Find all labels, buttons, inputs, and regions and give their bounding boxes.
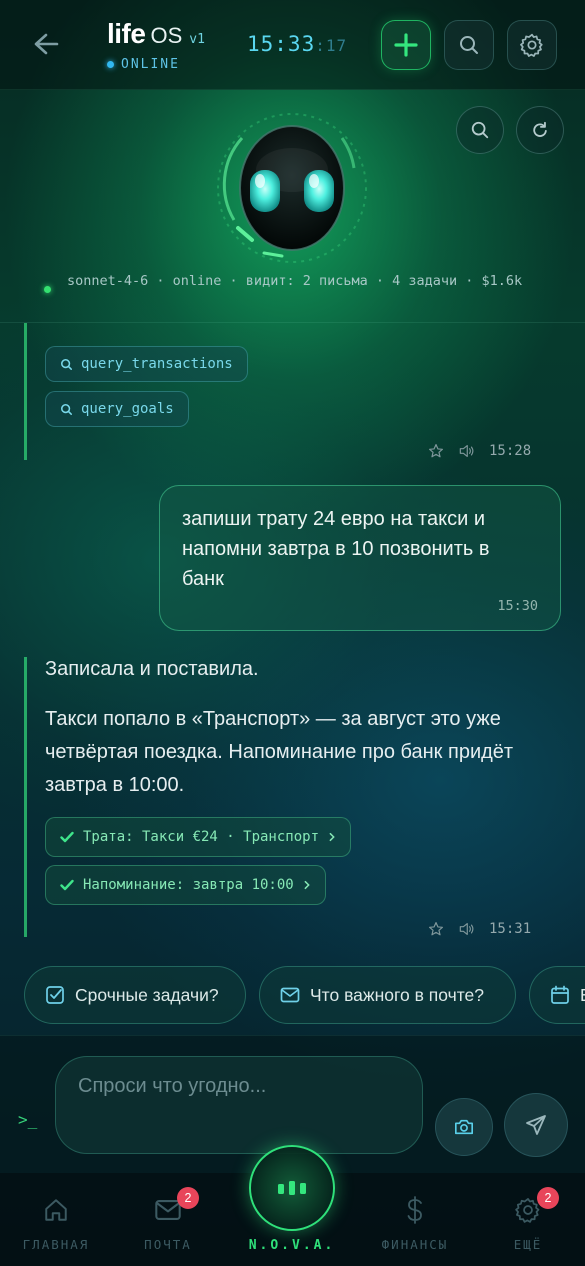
chevron-right-icon xyxy=(304,880,310,890)
message-meta: 15:28 xyxy=(428,443,531,459)
search-icon xyxy=(460,36,478,54)
logo-version: v1 xyxy=(189,32,205,47)
back-arrow-icon xyxy=(34,33,59,55)
check-icon xyxy=(60,879,74,891)
send-icon xyxy=(526,1115,546,1135)
home-icon xyxy=(45,1199,67,1221)
nav-label: ЕЩЁ xyxy=(513,1237,543,1252)
hero-search-button[interactable] xyxy=(456,106,504,154)
action-chip-reminder[interactable]: Напоминание: завтра 10:00 xyxy=(45,865,326,905)
nova-label: N.O.V.A. xyxy=(248,1238,336,1253)
terminal-prompt: >_ xyxy=(18,1110,38,1129)
tool-chip-query-transactions[interactable]: query_transactions xyxy=(45,346,248,382)
speaker-icon[interactable] xyxy=(458,921,475,937)
tool-chip-query-goals[interactable]: query_goals xyxy=(45,391,189,427)
camera-button[interactable] xyxy=(435,1098,493,1156)
message-time: 15:28 xyxy=(489,443,532,459)
chevron-right-icon xyxy=(329,832,335,842)
send-button[interactable] xyxy=(504,1093,568,1157)
action-chip-label: Трата: Такси €24 · Транспорт xyxy=(83,829,320,845)
header-search-button[interactable] xyxy=(444,20,494,70)
speaker-icon[interactable] xyxy=(458,443,475,459)
refresh-icon xyxy=(533,121,547,137)
nav-home[interactable]: ГЛАВНАЯ xyxy=(11,1193,101,1252)
user-message-text: запиши трату 24 евро на такси и напомни … xyxy=(182,508,490,590)
search-icon xyxy=(471,121,489,139)
tool-chip-label: query_goals xyxy=(81,401,174,417)
assistant-paragraph: Записала и поставила. xyxy=(45,658,259,680)
suggestion-label: Е xyxy=(580,985,585,1006)
app-logo: life OS v1 xyxy=(107,18,205,50)
message-time: 15:30 xyxy=(497,598,538,614)
back-button[interactable] xyxy=(22,22,70,66)
voice-bars-icon xyxy=(278,1181,306,1195)
logo-os: OS xyxy=(150,23,183,48)
mail-icon xyxy=(280,987,300,1003)
tool-chip-label: query_transactions xyxy=(81,356,233,372)
clock: 15:33:17 xyxy=(247,32,347,56)
status-dot xyxy=(107,61,114,68)
gear-icon xyxy=(520,33,543,57)
status-text: ONLINE xyxy=(121,57,180,72)
logo-main: life xyxy=(107,18,146,49)
dollar-icon xyxy=(407,1196,422,1224)
connection-status: ONLINE xyxy=(107,57,180,72)
clock-hours-minutes: 15:33 xyxy=(247,32,316,56)
camera-icon xyxy=(455,1119,473,1135)
nova-avatar xyxy=(217,113,367,263)
nav-more[interactable]: 2 ЕЩЁ xyxy=(483,1187,573,1252)
model-info: sonnet-4-6 · online · видит: 2 письма · … xyxy=(67,273,523,289)
chat-thread[interactable]: query_transactions query_goals 15:28 зап… xyxy=(0,323,585,958)
settings-button[interactable] xyxy=(507,20,557,70)
suggestion-label: Срочные задачи? xyxy=(75,984,219,1005)
suggestion-calendar[interactable]: Е xyxy=(529,966,585,1024)
suggestion-mail[interactable]: Что важного в почте? xyxy=(259,966,516,1024)
suggestion-urgent-tasks[interactable]: Срочные задачи? xyxy=(24,966,246,1024)
app-header: life OS v1 ONLINE 15:33:17 xyxy=(0,0,585,90)
suggestion-label: Что важного в почте? xyxy=(310,984,484,1005)
more-badge: 2 xyxy=(537,1187,559,1209)
user-message: запиши трату 24 евро на такси и напомни … xyxy=(159,485,561,631)
action-chip-label: Напоминание: завтра 10:00 xyxy=(83,877,294,893)
chat-input[interactable] xyxy=(55,1056,423,1154)
plus-icon xyxy=(394,33,418,57)
model-status-dot xyxy=(44,286,51,293)
search-icon xyxy=(61,403,72,415)
assistant-message: query_transactions query_goals xyxy=(24,323,564,460)
mail-badge: 2 xyxy=(177,1187,199,1209)
message-meta: 15:31 xyxy=(428,921,531,937)
assistant-message: Записала и поставила. Такси попало в «Тр… xyxy=(24,657,564,937)
clock-seconds: :17 xyxy=(315,36,348,55)
refresh-button[interactable] xyxy=(516,106,564,154)
calendar-icon xyxy=(551,985,569,1004)
nav-label: ГЛАВНАЯ xyxy=(22,1237,90,1252)
nav-label: ПОЧТА xyxy=(144,1237,192,1252)
message-time: 15:31 xyxy=(489,921,532,937)
assistant-paragraph: Такси попало в «Транспорт» — за август э… xyxy=(45,708,514,796)
star-icon[interactable] xyxy=(428,921,444,937)
action-chip-expense[interactable]: Трата: Такси €24 · Транспорт xyxy=(45,817,352,857)
search-icon xyxy=(61,358,72,370)
nova-button[interactable] xyxy=(249,1145,335,1231)
nav-finance[interactable]: ФИНАНСЫ xyxy=(370,1193,460,1252)
nav-mail[interactable]: 2 ПОЧТА xyxy=(123,1187,213,1252)
checkbox-icon xyxy=(46,986,64,1004)
add-button[interactable] xyxy=(381,20,431,70)
nav-label: ФИНАНСЫ xyxy=(381,1237,449,1252)
star-icon[interactable] xyxy=(428,443,444,459)
check-icon xyxy=(60,831,74,843)
